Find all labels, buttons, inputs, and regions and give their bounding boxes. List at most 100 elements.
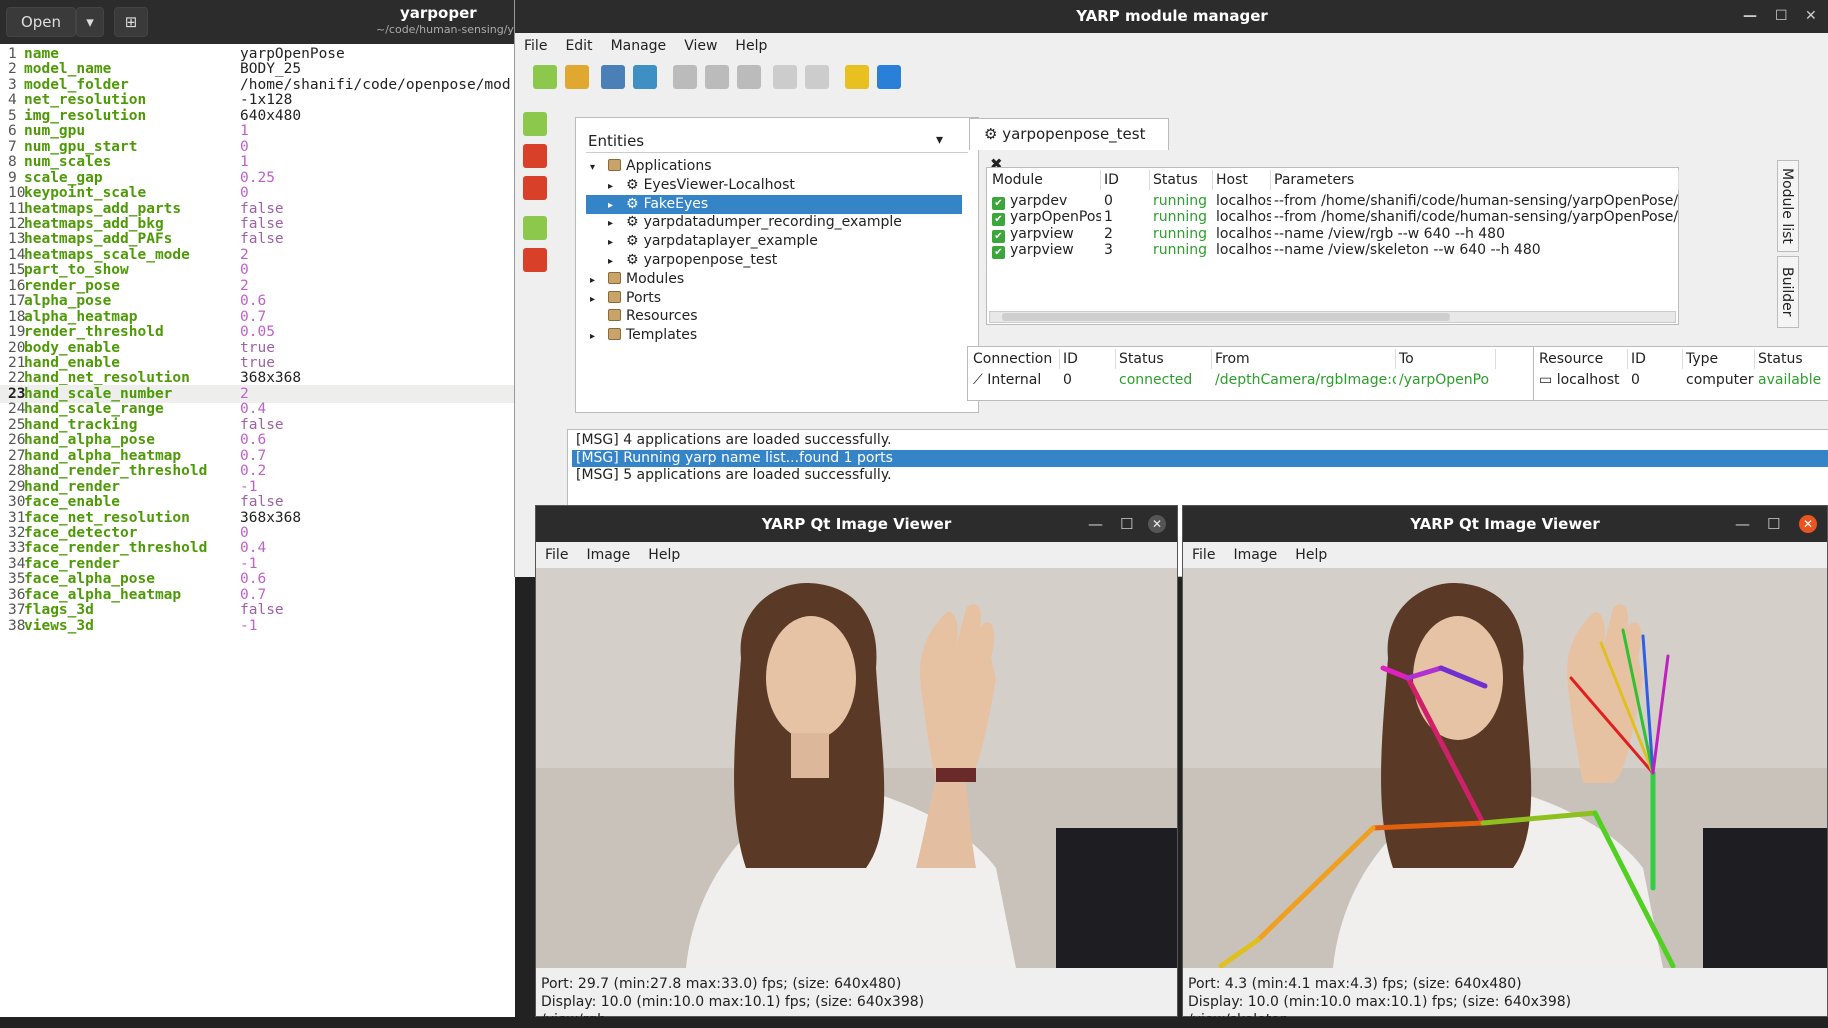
table-cell[interactable]: computer xyxy=(1686,371,1755,390)
column-header[interactable]: From xyxy=(1212,349,1396,369)
resources-table[interactable]: Resource ID Type Status ▭ localhost 0 compute… xyxy=(1533,346,1828,401)
minimize-icon[interactable]: — xyxy=(1743,8,1757,24)
menu-help[interactable]: Help xyxy=(639,547,689,563)
column-header[interactable]: ID xyxy=(1101,170,1150,190)
tab-module-list[interactable]: Module list xyxy=(1777,160,1799,252)
run-all-icon[interactable] xyxy=(523,112,547,136)
close-icon[interactable]: ✕ xyxy=(1799,515,1817,533)
tree-item[interactable]: ▸ Templates xyxy=(590,326,697,345)
table-cell[interactable]: 0 xyxy=(1631,371,1683,390)
tree-item[interactable]: ▸ ⚙ EyesViewer-Localhost xyxy=(590,176,795,195)
column-header[interactable]: Status xyxy=(1755,349,1828,369)
log-message[interactable]: [MSG] 4 applications are loaded successf… xyxy=(572,432,1828,449)
minimize-icon[interactable]: — xyxy=(1735,506,1750,542)
horizontal-scrollbar[interactable] xyxy=(989,311,1676,323)
column-header[interactable]: Host xyxy=(1213,170,1271,190)
kill-all-icon[interactable] xyxy=(523,176,547,200)
menu-help[interactable]: Help xyxy=(726,38,776,54)
maximize-icon[interactable]: ☐ xyxy=(1767,506,1780,542)
menu-view[interactable]: View xyxy=(675,38,726,54)
tree-item[interactable]: ▸ ⚙ yarpdataplayer_example xyxy=(590,232,818,251)
table-cell[interactable]: ✔ yarpview xyxy=(992,241,1101,260)
chevron-down-icon[interactable]: ▾ xyxy=(936,132,943,148)
expand-arrow-icon[interactable]: ▾ xyxy=(590,158,608,177)
run-icon[interactable] xyxy=(673,65,697,89)
menu-file[interactable]: File xyxy=(515,38,556,54)
menu-image[interactable]: Image xyxy=(1224,547,1286,563)
tree-item[interactable]: ▸ Modules xyxy=(590,270,684,289)
close-icon-toolbar[interactable] xyxy=(601,65,625,89)
table-cell[interactable]: running xyxy=(1153,241,1213,260)
table-cell[interactable]: /depthCamera/rgbImage:o xyxy=(1215,371,1396,390)
column-header[interactable]: ID xyxy=(1060,349,1116,369)
disconnect-all-icon[interactable] xyxy=(523,248,547,272)
expand-arrow-icon[interactable]: ▸ xyxy=(608,177,626,196)
table-cell[interactable]: localhost xyxy=(1216,241,1271,260)
editor-text-area[interactable]: 1 name yarpOpenPose 2 model_name BODY_25 3 mode… xyxy=(0,44,515,1017)
column-header[interactable]: Connection xyxy=(970,349,1060,369)
tab-builder[interactable]: Builder xyxy=(1777,256,1799,328)
table-cell[interactable]: 3 xyxy=(1104,241,1150,260)
menu-help[interactable]: Help xyxy=(1286,547,1336,563)
disconnect-icon[interactable] xyxy=(805,65,829,89)
menu-file[interactable]: File xyxy=(536,547,577,563)
tree-item[interactable]: ▾ Applications xyxy=(590,157,712,176)
table-cell[interactable]: available xyxy=(1758,371,1828,390)
kill-icon[interactable] xyxy=(737,65,761,89)
expand-arrow-icon[interactable]: ▸ xyxy=(590,327,608,346)
tree-item[interactable]: Resources xyxy=(590,307,698,326)
close-icon[interactable]: ✕ xyxy=(1805,8,1817,24)
tree-item[interactable]: ▸ ⚙ FakeEyes xyxy=(586,194,962,215)
table-cell[interactable]: ⟋ Internal xyxy=(973,371,1060,390)
menu-edit[interactable]: Edit xyxy=(556,38,601,54)
connect-all-icon[interactable] xyxy=(523,216,547,240)
expand-arrow-icon[interactable]: ▸ xyxy=(608,214,626,233)
column-header[interactable]: ID xyxy=(1628,349,1683,369)
table-cell[interactable]: 0 xyxy=(1063,371,1116,390)
table-cell[interactable]: ▭ localhost xyxy=(1539,371,1628,390)
menu-image[interactable]: Image xyxy=(577,547,639,563)
tree-item[interactable]: ▸ Ports xyxy=(590,289,661,308)
maximize-icon[interactable]: ☐ xyxy=(1775,8,1788,24)
maximize-icon[interactable]: ☐ xyxy=(1120,506,1133,542)
tree-item[interactable]: ▸ ⚙ yarpdatadumper_recording_example xyxy=(590,213,902,232)
expand-arrow-icon[interactable]: ▸ xyxy=(590,271,608,290)
tab-yarpopenpose-test[interactable]: ⚙ yarpopenpose_test ✖ xyxy=(969,118,1169,173)
editor-line[interactable]: 38 views_3d -1 xyxy=(0,617,515,635)
column-header[interactable]: Status xyxy=(1150,170,1213,190)
column-header[interactable]: Module xyxy=(989,170,1101,190)
table-cell[interactable]: connected xyxy=(1119,371,1212,390)
stop-all-icon[interactable] xyxy=(523,144,547,168)
connect-icon[interactable] xyxy=(773,65,797,89)
expand-arrow-icon[interactable]: ▸ xyxy=(590,290,608,309)
modules-table[interactable]: Module ID Status Host Parameters ✔ yarpdev 0 ru… xyxy=(986,167,1679,325)
open-dropdown-button[interactable]: ▾ xyxy=(76,7,104,37)
log-message[interactable]: [MSG] 5 applications are loaded successf… xyxy=(572,467,1828,484)
expand-arrow-icon[interactable]: ▸ xyxy=(608,233,626,252)
expand-arrow-icon[interactable]: ▸ xyxy=(608,196,626,215)
column-header[interactable]: Type xyxy=(1683,349,1755,369)
table-cell[interactable]: --name /view/skeleton --w 640 --h 480 xyxy=(1274,241,1679,260)
tree-item[interactable]: ▸ ⚙ yarpopenpose_test xyxy=(590,251,777,270)
new-module-icon[interactable] xyxy=(565,65,589,89)
menu-file[interactable]: File xyxy=(1183,547,1224,563)
column-header[interactable]: Status xyxy=(1116,349,1212,369)
refresh-icon[interactable] xyxy=(633,65,657,89)
table-cell[interactable]: /yarpOpenPo xyxy=(1399,371,1496,390)
connections-table[interactable]: Connection ID Status From To ⟋ Internal 0 conn… xyxy=(967,346,1553,401)
stop-icon[interactable] xyxy=(705,65,729,89)
builder-icon[interactable] xyxy=(845,65,869,89)
close-icon[interactable]: ✕ xyxy=(1148,515,1166,533)
expand-arrow-icon[interactable]: ▸ xyxy=(608,252,626,271)
menu-manage[interactable]: Manage xyxy=(602,38,676,54)
new-application-icon[interactable] xyxy=(533,65,557,89)
minimize-icon[interactable]: — xyxy=(1088,506,1103,542)
column-header[interactable]: Resource xyxy=(1536,349,1628,369)
entities-tree[interactable]: ▾ Applications ▸ ⚙ EyesViewer-Localhost ▸ ⚙ Fak… xyxy=(576,153,976,393)
open-button[interactable]: Open xyxy=(6,7,76,37)
list-icon[interactable] xyxy=(877,65,901,89)
column-header[interactable]: Parameters xyxy=(1271,170,1679,190)
new-tab-button[interactable]: ⊞ xyxy=(114,7,148,37)
expand-arrow-icon[interactable] xyxy=(590,308,608,327)
column-header[interactable]: To xyxy=(1396,349,1496,369)
